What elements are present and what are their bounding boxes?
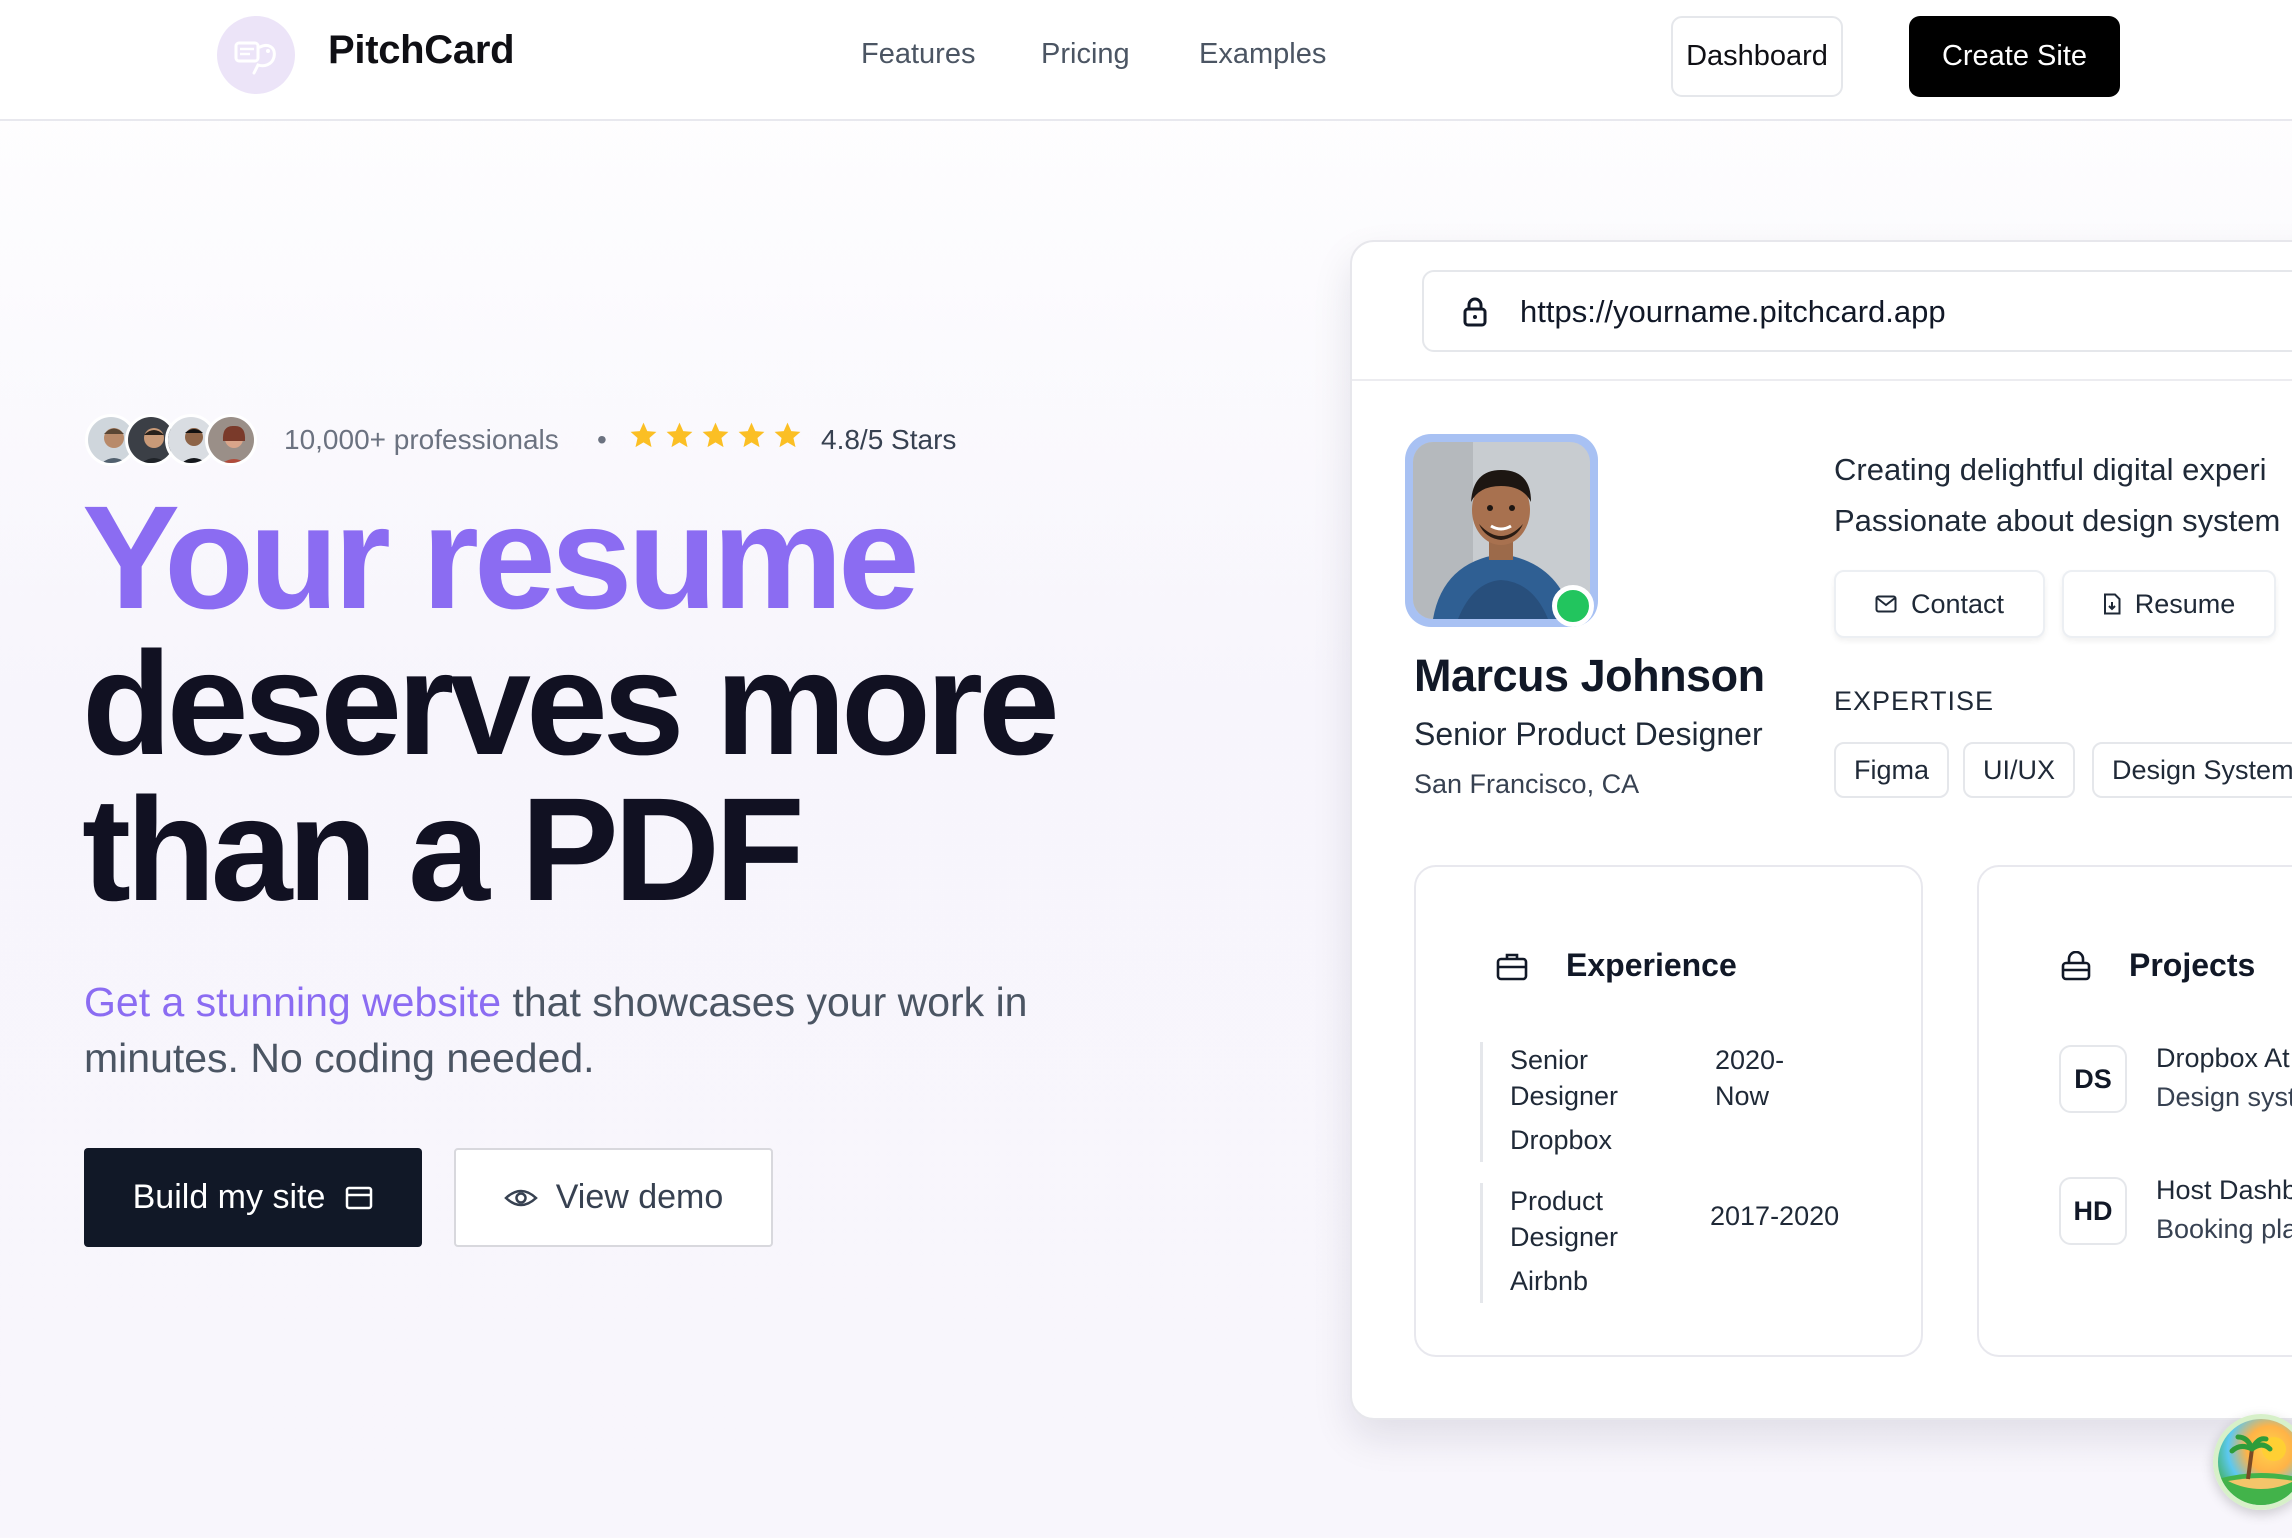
bio-line-1: Creating delightful digital experi xyxy=(1834,452,2267,487)
experience-title: Experience xyxy=(1566,947,1737,983)
divider xyxy=(1352,379,2292,381)
hero-headline: Your resume deserves more than a PDF xyxy=(82,476,1182,932)
briefcase-icon xyxy=(1496,953,1528,981)
experience-role: Product Designer xyxy=(1510,1186,1619,1252)
site-preview-card: https://yourname.pitchcard.app Marcus Jo… xyxy=(1350,240,2292,1420)
experience-role: Senior Designer xyxy=(1510,1045,1619,1111)
skill-tag: UI/UX xyxy=(1963,742,2076,798)
demo-button-label: View demo xyxy=(555,1178,724,1216)
project-description: Booking pla xyxy=(2156,1214,2292,1244)
beach-avatar-icon[interactable] xyxy=(2213,1414,2292,1510)
mail-icon xyxy=(1875,595,1897,613)
star-icon xyxy=(702,422,729,448)
build-my-site-button[interactable]: Build my site xyxy=(84,1148,422,1247)
experience-company: Airbnb xyxy=(1510,1266,1589,1296)
brand-name[interactable]: PitchCard xyxy=(328,28,515,73)
experience-item: Senior Designer Dropbox xyxy=(1480,1042,1640,1162)
subtitle-accent: Get a stunning website xyxy=(84,979,502,1025)
projects-panel: Projects DS Dropbox At Design syst HD Ho… xyxy=(1977,865,2292,1357)
build-button-label: Build my site xyxy=(132,1178,326,1216)
expertise-heading: EXPERTISE xyxy=(1834,686,1995,716)
view-demo-button[interactable]: View demo xyxy=(454,1148,773,1247)
contact-button[interactable]: Contact xyxy=(1834,570,2045,638)
bio-line-2: Passionate about design system xyxy=(1834,503,2281,538)
headline-line-2: deserves more xyxy=(82,622,1060,786)
profile-location: San Francisco, CA xyxy=(1414,769,1640,799)
project-badge: DS xyxy=(2059,1045,2127,1113)
file-download-icon xyxy=(2103,593,2121,615)
rating-stars xyxy=(628,420,803,456)
profile-bio: Creating delightful digital experi Passi… xyxy=(1834,444,2292,546)
hero-subtitle: Get a stunning website that showcases yo… xyxy=(84,974,1104,1086)
project-title[interactable]: Host Dashb xyxy=(2156,1175,2292,1206)
nav-link-pricing[interactable]: Pricing xyxy=(1041,38,1130,71)
logo-bird-icon[interactable] xyxy=(217,16,295,94)
project-title[interactable]: Dropbox At xyxy=(2156,1043,2290,1074)
dashboard-button[interactable]: Dashboard xyxy=(1671,16,1843,97)
project-badge: HD xyxy=(2059,1177,2127,1245)
create-site-button[interactable]: Create Site xyxy=(1909,16,2120,97)
contact-label: Contact xyxy=(1910,588,2005,619)
lock-bag-icon xyxy=(2061,951,2091,981)
profile-name: Marcus Johnson xyxy=(1414,650,1765,701)
nav-link-features[interactable]: Features xyxy=(861,38,975,71)
nav-link-examples[interactable]: Examples xyxy=(1199,38,1326,71)
profile-role: Senior Product Designer xyxy=(1414,716,1763,752)
eye-icon xyxy=(503,1189,538,1206)
rating-text: 4.8/5 Stars xyxy=(821,424,957,455)
experience-item: Product Designer Airbnb xyxy=(1480,1183,1640,1303)
skill-tag: Figma xyxy=(1834,742,1950,798)
star-icon xyxy=(666,422,693,448)
avatar xyxy=(205,414,257,466)
star-icon xyxy=(774,422,801,448)
url-text: https://yourname.pitchcard.app xyxy=(1520,294,1946,329)
experience-panel: Experience Senior Designer Dropbox 2020-… xyxy=(1414,865,1923,1357)
window-icon xyxy=(346,1186,373,1209)
resume-label: Resume xyxy=(2134,588,2236,619)
url-bar[interactable]: https://yourname.pitchcard.app xyxy=(1422,270,2292,352)
top-navbar: PitchCard Features Pricing Examples Dash… xyxy=(0,0,2292,121)
experience-years: 2020- Now xyxy=(1715,1045,1785,1111)
headline-line-3: than a PDF xyxy=(82,768,805,932)
lock-icon xyxy=(1463,297,1487,327)
skill-tag: Design System xyxy=(2092,742,2292,798)
experience-years: 2017-2020 xyxy=(1710,1201,1840,1231)
project-description: Design syst xyxy=(2156,1082,2292,1112)
projects-title: Projects xyxy=(2129,947,2256,983)
resume-button[interactable]: Resume xyxy=(2062,570,2276,638)
star-icon xyxy=(630,422,657,448)
headline-line-1: Your resume xyxy=(82,476,920,640)
online-status-dot xyxy=(1552,585,1594,627)
professionals-count: 10,000+ professionals xyxy=(284,424,559,455)
separator-dot: • xyxy=(597,424,607,455)
star-icon xyxy=(738,422,765,448)
user-avatar-group xyxy=(85,414,260,466)
experience-company: Dropbox xyxy=(1510,1125,1613,1155)
